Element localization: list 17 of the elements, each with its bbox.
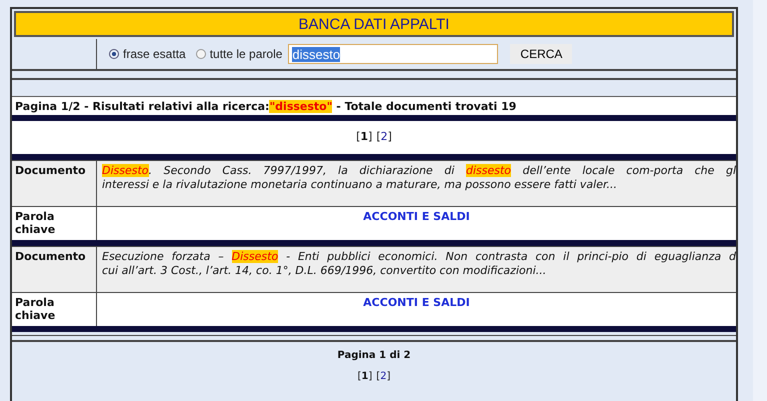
radio-label[interactable]: tutte le parole	[210, 47, 282, 61]
title-bar: BANCA DATI APPALTI	[14, 11, 734, 37]
search-field[interactable]: dissesto	[288, 44, 498, 64]
search-button[interactable]: CERCA	[510, 44, 572, 64]
document-excerpt: Dissesto. Secondo Cass. 7997/1997, la dichiarazione di dissesto dell’ente locale com-porta che gl interessi e la rivalutazione monetaria continuano a maturare, ma possono essere fatti valer...	[101, 163, 736, 193]
keyword-link[interactable]: ACCONTI E SALDI	[363, 210, 470, 223]
document-excerpt: Esecuzione forzata – Dissesto - Enti pubblici economici. Non contrasta con il princi-pio di eguaglianza d cui all’art. 3 Cost., l’art. 14, co. 1°, D.L. 669/1996, convertito con modificazioni...	[101, 249, 736, 279]
radio-button[interactable]	[109, 49, 119, 59]
page-info: Pagina 1 di 2	[337, 350, 411, 361]
keyword-link[interactable]: ACCONTI E SALDI	[363, 296, 470, 309]
page-link[interactable]: [1]	[358, 371, 372, 382]
page-link[interactable]: [2]	[376, 371, 390, 382]
page-link[interactable]: [2]	[376, 130, 392, 143]
radio-button[interactable]	[196, 49, 206, 59]
results-summary: Pagina 1/2 - Risultati relativi alla ricerca:"dissesto" - Totale documenti trovati 19	[12, 97, 736, 115]
page-link[interactable]: [1]	[356, 130, 372, 143]
radio-label[interactable]: frase esatta	[123, 47, 186, 61]
